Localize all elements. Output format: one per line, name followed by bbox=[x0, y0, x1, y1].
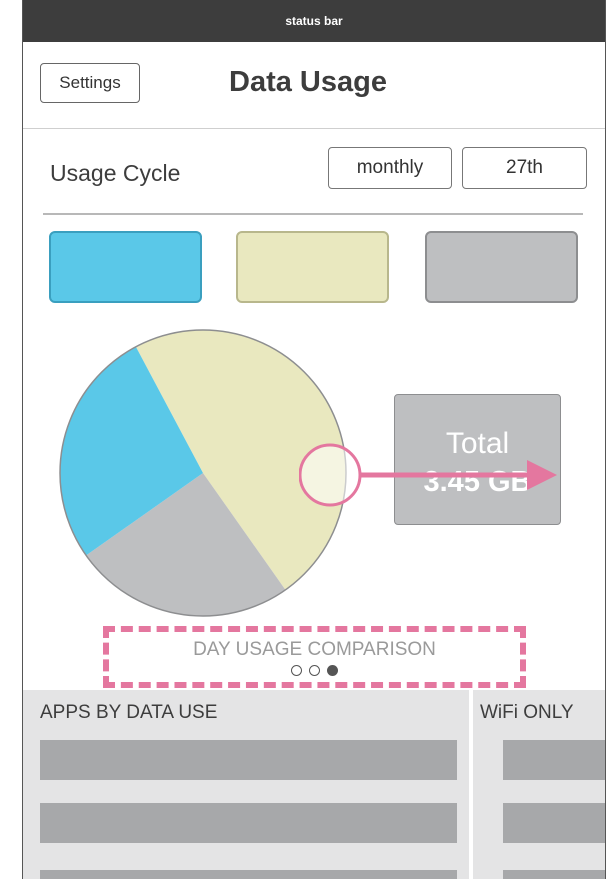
wifi-only-title: WiFi ONLY bbox=[480, 702, 574, 723]
legend-swatch-gray[interactable] bbox=[425, 231, 578, 303]
apps-by-data-use-panel: APPS BY DATA USE bbox=[23, 690, 469, 879]
page-indicator[interactable] bbox=[109, 665, 520, 676]
day-usage-comparison[interactable]: DAY USAGE COMPARISON bbox=[103, 626, 526, 688]
wifi-row[interactable] bbox=[503, 803, 605, 843]
cycle-period-selector[interactable]: monthly bbox=[328, 147, 452, 189]
day-usage-comparison-label: DAY USAGE COMPARISON bbox=[193, 639, 436, 660]
touch-point-icon bbox=[299, 443, 362, 507]
apps-by-data-use-title: APPS BY DATA USE bbox=[40, 702, 218, 723]
app-row[interactable] bbox=[40, 740, 457, 780]
legend-swatch-yellow[interactable] bbox=[236, 231, 389, 303]
app-row[interactable] bbox=[40, 803, 457, 843]
page-dot-3-active[interactable] bbox=[327, 665, 338, 676]
wifi-row[interactable] bbox=[503, 740, 605, 780]
settings-button[interactable]: Settings bbox=[40, 63, 140, 103]
cycle-day-selector[interactable]: 27th bbox=[462, 147, 587, 189]
wifi-only-panel: WiFi ONLY bbox=[473, 690, 605, 879]
navigation-bar: Settings Data Usage bbox=[23, 42, 605, 129]
status-bar: status bar bbox=[23, 0, 605, 42]
app-row[interactable] bbox=[40, 870, 457, 879]
swipe-arrow-head-icon bbox=[527, 460, 557, 490]
legend-swatch-blue[interactable] bbox=[49, 231, 202, 303]
wifi-row[interactable] bbox=[503, 870, 605, 879]
page-title: Data Usage bbox=[229, 66, 387, 98]
divider bbox=[43, 213, 583, 215]
page-dot-1[interactable] bbox=[291, 665, 302, 676]
status-bar-label: status bar bbox=[285, 14, 343, 28]
page-dot-2[interactable] bbox=[309, 665, 320, 676]
swipe-gesture-annotation bbox=[299, 443, 557, 507]
phone-screen: status bar Settings Data Usage Usage Cyc… bbox=[22, 0, 606, 879]
usage-cycle-label: Usage Cycle bbox=[50, 160, 181, 186]
